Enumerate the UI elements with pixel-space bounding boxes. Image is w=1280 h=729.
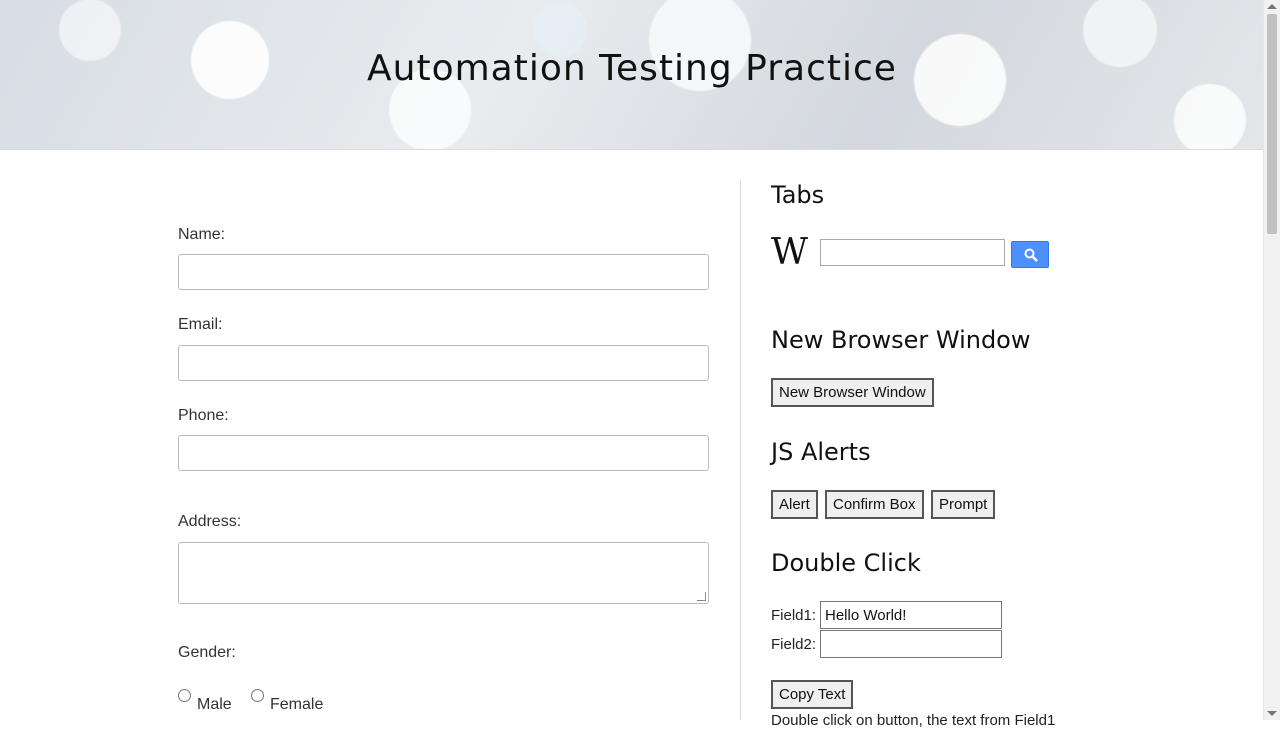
confirm-box-button[interactable]: Confirm Box <box>825 490 924 519</box>
search-icon <box>1024 248 1038 262</box>
address-label: Address: <box>178 513 242 530</box>
field2-label: Field2: <box>771 636 817 653</box>
name-input[interactable] <box>178 254 709 290</box>
resize-handle-icon[interactable] <box>697 592 706 601</box>
gender-female-radio[interactable] <box>251 689 264 702</box>
email-label: Email: <box>178 316 223 333</box>
double-click-heading: Double Click <box>771 549 921 577</box>
phone-label: Phone: <box>178 407 229 424</box>
scroll-down-icon[interactable] <box>1267 711 1277 716</box>
alert-button[interactable]: Alert <box>771 490 818 519</box>
double-click-note: Double click on button, the text from Fi… <box>771 712 1056 729</box>
address-textarea[interactable] <box>178 542 709 604</box>
gender-male-label: Male <box>197 696 232 713</box>
vertical-scrollbar[interactable] <box>1263 0 1280 720</box>
wikipedia-search-input[interactable] <box>820 239 1005 266</box>
gender-label: Gender: <box>178 644 236 661</box>
prompt-button[interactable]: Prompt <box>931 490 996 519</box>
tabs-heading: Tabs <box>771 181 825 209</box>
scroll-thumb[interactable] <box>1267 14 1277 234</box>
phone-input[interactable] <box>178 435 709 471</box>
new-window-heading: New Browser Window <box>771 326 1031 354</box>
field1-input[interactable] <box>820 601 1002 629</box>
column-divider <box>740 180 741 720</box>
page-title: Automation Testing Practice <box>367 48 897 89</box>
scroll-up-icon[interactable] <box>1267 4 1277 9</box>
new-browser-window-button[interactable]: New Browser Window <box>771 378 934 407</box>
js-alerts-heading: JS Alerts <box>771 438 871 466</box>
copy-text-button[interactable]: Copy Text <box>771 680 854 709</box>
header-banner: Automation Testing Practice <box>0 0 1264 150</box>
wikipedia-search-button[interactable] <box>1011 241 1049 268</box>
gender-male-radio[interactable] <box>178 689 191 702</box>
wikipedia-logo-icon: W <box>771 232 809 273</box>
field2-input[interactable] <box>820 630 1002 658</box>
email-input[interactable] <box>178 345 709 381</box>
field1-label: Field1: <box>771 607 817 624</box>
gender-female-label: Female <box>270 696 324 713</box>
name-label: Name: <box>178 226 226 243</box>
